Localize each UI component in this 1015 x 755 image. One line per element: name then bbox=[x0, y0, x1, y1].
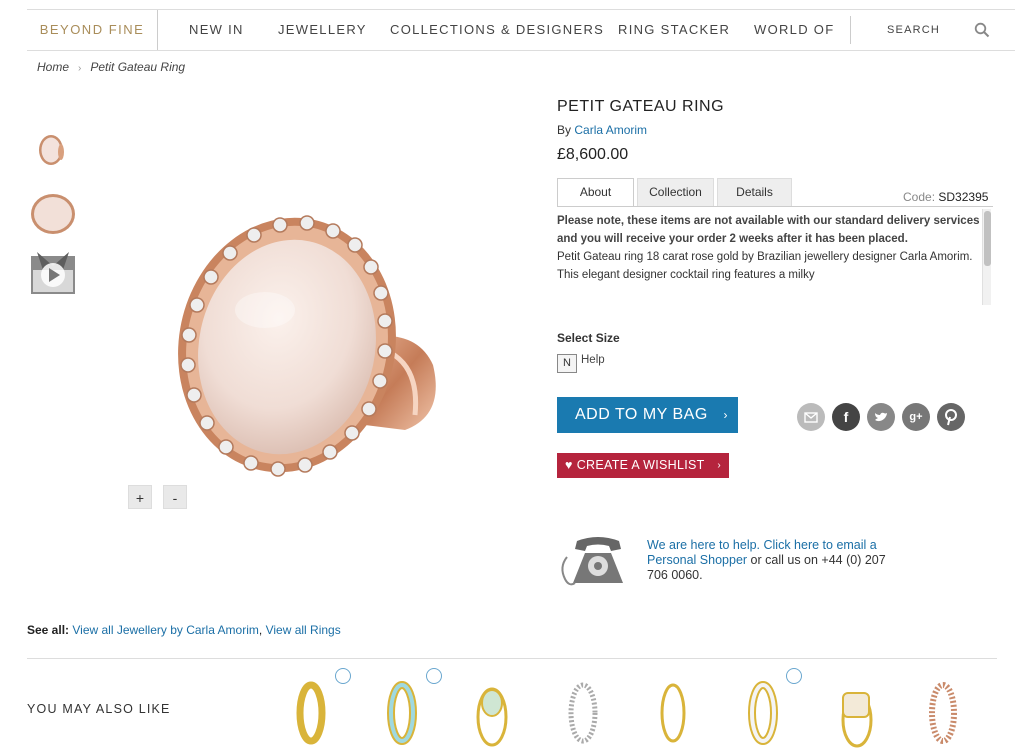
designer-link[interactable]: Carla Amorim bbox=[574, 123, 647, 137]
search-icon[interactable] bbox=[974, 22, 990, 38]
search-input[interactable]: SEARCH bbox=[857, 19, 992, 41]
product-designer: By Carla Amorim bbox=[557, 123, 647, 137]
breadcrumb: Home › Petit Gateau Ring bbox=[37, 60, 185, 74]
see-all-links: See all: View all Jewellery by Carla Amo… bbox=[27, 623, 341, 637]
see-all-separator: , bbox=[258, 623, 263, 637]
thumbnail-video[interactable] bbox=[27, 246, 79, 298]
delivery-notice: Please note, these items are not availab… bbox=[557, 215, 980, 245]
chevron-right-icon: › bbox=[723, 408, 728, 422]
select-size-label: Select Size bbox=[557, 331, 620, 345]
description-scrollbar[interactable] bbox=[982, 209, 991, 305]
recommended-ring-7[interactable] bbox=[813, 665, 893, 755]
product-main-image[interactable] bbox=[115, 95, 530, 515]
recommended-ring-4[interactable] bbox=[543, 665, 623, 755]
breadcrumb-separator-icon: › bbox=[78, 63, 82, 74]
facebook-icon[interactable]: f bbox=[832, 403, 860, 431]
nav-brand-beyond-fine[interactable]: BEYOND FINE bbox=[27, 10, 158, 50]
recommended-ring-3[interactable] bbox=[452, 665, 532, 755]
top-navigation: BEYOND FINE NEW IN JEWELLERY COLLECTIONS… bbox=[27, 9, 1015, 51]
see-all-label: See all: bbox=[27, 623, 70, 637]
pinterest-icon[interactable] bbox=[937, 403, 965, 431]
google-plus-icon[interactable]: g+ bbox=[902, 403, 930, 431]
recommended-ring-1[interactable] bbox=[271, 665, 351, 755]
product-code-value: SD32395 bbox=[938, 190, 989, 204]
recommended-ring-5[interactable] bbox=[633, 665, 713, 755]
search-placeholder: SEARCH bbox=[887, 24, 941, 36]
recommended-ring-6[interactable] bbox=[723, 665, 803, 755]
nav-item-collections-designers[interactable]: COLLECTIONS & DESIGNERS bbox=[390, 10, 604, 50]
section-divider bbox=[27, 658, 997, 659]
thumbnail-ring-side[interactable] bbox=[27, 184, 79, 236]
telephone-icon bbox=[557, 535, 639, 590]
designer-by-label: By bbox=[557, 123, 572, 137]
email-icon[interactable] bbox=[797, 403, 825, 431]
add-to-bag-button[interactable]: ADD TO MY BAG › bbox=[557, 397, 738, 433]
tab-collection[interactable]: Collection bbox=[637, 178, 714, 206]
recommended-ring-2[interactable] bbox=[362, 665, 442, 755]
tab-about[interactable]: About bbox=[557, 178, 634, 207]
nav-item-world-of[interactable]: WORLD OF bbox=[754, 10, 834, 50]
product-price: £8,600.00 bbox=[557, 146, 629, 163]
thumbnail-ring-front[interactable] bbox=[27, 124, 79, 176]
you-may-also-like-heading: YOU MAY ALSO LIKE bbox=[27, 702, 171, 716]
product-description: Please note, these items are not availab… bbox=[557, 212, 982, 304]
tab-details[interactable]: Details bbox=[717, 178, 792, 206]
zoom-in-button[interactable]: + bbox=[128, 485, 152, 509]
nav-item-new-in[interactable]: NEW IN bbox=[189, 10, 244, 50]
zoom-out-button[interactable]: - bbox=[163, 485, 187, 509]
nav-item-ring-stacker[interactable]: RING STACKER bbox=[618, 10, 730, 50]
create-wishlist-button[interactable]: ♥ CREATE A WISHLIST › bbox=[557, 453, 729, 478]
add-to-bag-label: ADD TO MY BAG bbox=[575, 406, 708, 423]
size-option-n[interactable]: N bbox=[557, 354, 577, 373]
product-title: PETIT GATEAU RING bbox=[557, 98, 725, 115]
twitter-icon[interactable] bbox=[867, 403, 895, 431]
breadcrumb-home[interactable]: Home bbox=[37, 60, 69, 74]
nav-item-jewellery[interactable]: JEWELLERY bbox=[278, 10, 367, 50]
tab-divider bbox=[557, 206, 993, 207]
breadcrumb-current: Petit Gateau Ring bbox=[90, 60, 186, 74]
recommended-ring-8[interactable] bbox=[903, 665, 983, 755]
view-all-rings-link[interactable]: View all Rings bbox=[266, 623, 341, 637]
chevron-right-icon: › bbox=[717, 460, 721, 471]
size-help-link[interactable]: Help bbox=[581, 354, 605, 366]
product-code: Code: SD32395 bbox=[903, 190, 988, 204]
description-text: Petit Gateau ring 18 carat rose gold by … bbox=[557, 251, 973, 281]
product-code-label: Code: bbox=[903, 190, 936, 204]
nav-divider bbox=[850, 16, 851, 44]
scrollbar-thumb[interactable] bbox=[984, 211, 991, 266]
create-wishlist-label: CREATE A WISHLIST bbox=[576, 458, 705, 472]
view-designer-jewellery-link[interactable]: View all Jewellery by Carla Amorim bbox=[72, 623, 259, 637]
personal-shopper-help: We are here to help. Click here to email… bbox=[647, 538, 887, 583]
heart-icon: ♥ bbox=[565, 458, 573, 472]
